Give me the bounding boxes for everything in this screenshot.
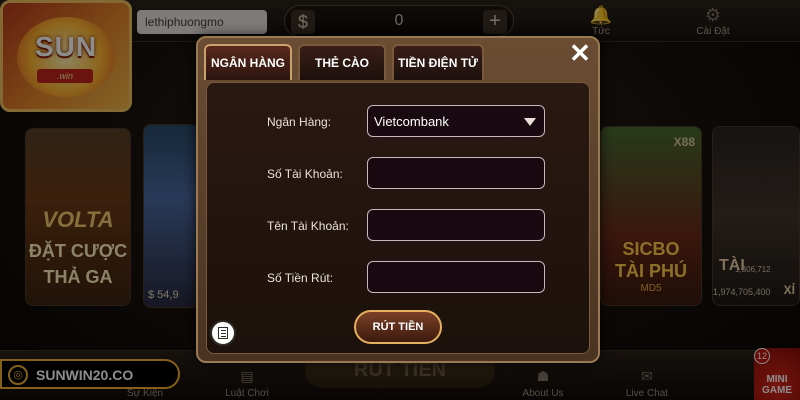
- withdraw-submit-button[interactable]: RÚT TIỀN: [354, 310, 442, 344]
- document-icon: [218, 327, 228, 339]
- account-number-label: Số Tài Khoản:: [267, 167, 343, 181]
- bank-select[interactable]: Vietcombank: [367, 105, 545, 137]
- bank-select-value: Vietcombank: [374, 114, 449, 129]
- amount-input[interactable]: [367, 261, 545, 293]
- amount-label: Số Tiền Rút:: [267, 271, 334, 285]
- tab-card[interactable]: THẺ CÀO: [298, 44, 386, 80]
- history-button[interactable]: [210, 320, 236, 346]
- account-name-label: Tên Tài Khoản:: [267, 219, 349, 233]
- close-icon[interactable]: ✕: [566, 40, 594, 68]
- account-number-input[interactable]: [367, 157, 545, 189]
- bank-label: Ngân Hàng:: [267, 115, 332, 129]
- withdraw-dialog: NGÂN HÀNG THẺ CÀO TIỀN ĐIỆN TỬ ✕ Ngân Hà…: [196, 36, 600, 363]
- chevron-down-icon: [524, 118, 536, 126]
- tab-crypto[interactable]: TIỀN ĐIỆN TỬ: [392, 44, 484, 80]
- tab-bank[interactable]: NGÂN HÀNG: [204, 44, 292, 80]
- account-name-input[interactable]: [367, 209, 545, 241]
